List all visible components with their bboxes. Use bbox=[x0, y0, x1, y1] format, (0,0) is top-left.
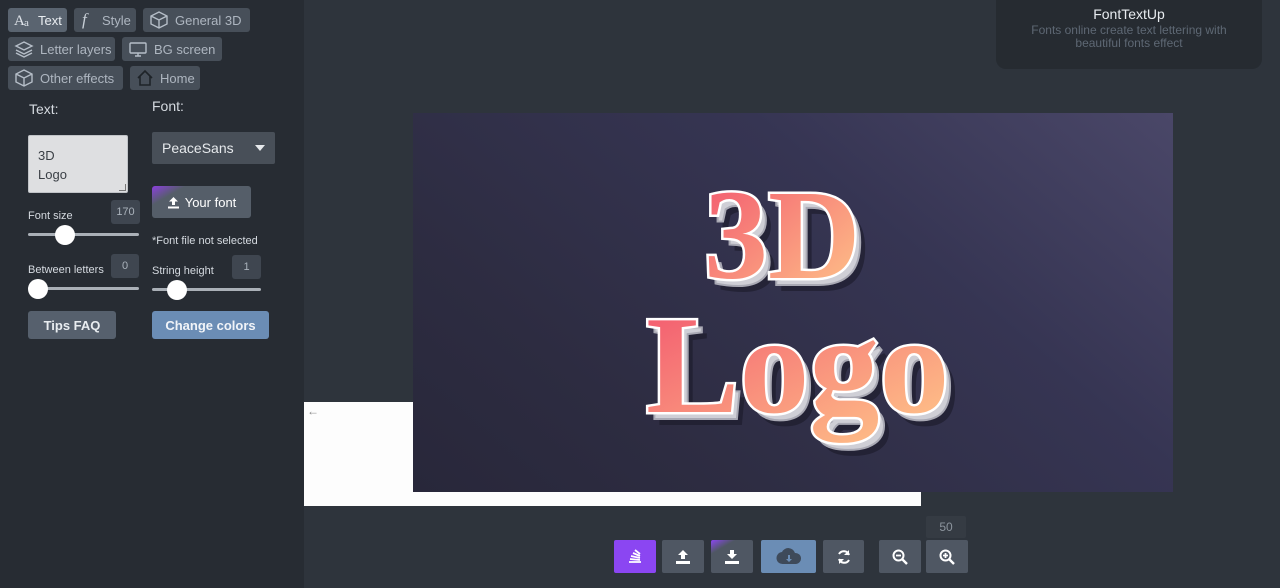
monitor-icon bbox=[129, 42, 147, 57]
change-colors-button[interactable]: Change colors bbox=[152, 311, 269, 339]
between-letters-value: 0 bbox=[111, 254, 139, 278]
upload-icon bbox=[676, 549, 690, 564]
tab-text-label: Text bbox=[38, 12, 62, 28]
font-size-slider-track[interactable] bbox=[28, 233, 139, 236]
zoom-in-icon bbox=[939, 549, 955, 565]
zoom-out-button[interactable] bbox=[879, 540, 921, 573]
string-height-slider-thumb[interactable] bbox=[166, 280, 187, 300]
caret-down-icon bbox=[255, 145, 265, 151]
tab-text[interactable]: Aa Text bbox=[8, 8, 67, 32]
zoom-level: 50 bbox=[926, 516, 966, 538]
font-file-note: *Font file not selected bbox=[152, 235, 258, 247]
cloud-download-button[interactable] bbox=[761, 540, 816, 573]
layers-icon bbox=[14, 41, 34, 58]
zoom-out-icon bbox=[892, 549, 908, 565]
refresh-button[interactable] bbox=[823, 540, 864, 573]
text-icon: Aa bbox=[14, 13, 29, 28]
cloud-download-icon bbox=[775, 547, 801, 564]
tab-home[interactable]: Home bbox=[130, 66, 200, 90]
svg-text:a: a bbox=[24, 17, 29, 28]
font-label: Font: bbox=[152, 98, 184, 114]
stack-button[interactable] bbox=[614, 540, 656, 573]
tab-style-label: Style bbox=[102, 12, 131, 28]
app-info-card: FontTextUp Fonts online create text lett… bbox=[996, 0, 1262, 69]
between-letters-label: Between letters bbox=[28, 264, 104, 276]
sidebar: Aa Text f Style General 3D Letter layers… bbox=[0, 0, 304, 588]
font-size-label: Font size bbox=[28, 210, 73, 222]
font-select-value: PeaceSans bbox=[162, 140, 234, 156]
string-height-label: String height bbox=[152, 265, 214, 277]
tab-letter-layers-label: Letter layers bbox=[40, 41, 112, 57]
tips-faq-button[interactable]: Tips FAQ bbox=[28, 311, 116, 339]
home-icon bbox=[137, 69, 153, 86]
tab-other-effects[interactable]: Other effects bbox=[8, 66, 123, 90]
zoom-in-button[interactable] bbox=[926, 540, 968, 573]
tab-home-label: Home bbox=[160, 70, 195, 86]
download-button[interactable] bbox=[711, 540, 753, 573]
between-letters-slider-thumb[interactable] bbox=[28, 279, 48, 299]
tab-bg-screen-label: BG screen bbox=[154, 41, 216, 57]
resize-grip-icon[interactable] bbox=[119, 184, 126, 191]
logo-render: 3D Logo 3D Logo 3D Logo bbox=[644, 162, 961, 457]
tab-letter-layers[interactable]: Letter layers bbox=[8, 37, 115, 61]
cube-icon bbox=[15, 69, 33, 87]
app-subtitle: Fonts online create text lettering with … bbox=[1031, 23, 1227, 50]
your-font-label: Your font bbox=[184, 194, 237, 210]
tab-general-3d-label: General 3D bbox=[175, 12, 242, 28]
font-size-value: 170 bbox=[111, 200, 140, 224]
tab-bg-screen[interactable]: BG screen bbox=[122, 37, 222, 61]
download-icon bbox=[725, 549, 739, 564]
text-input[interactable]: 3D Logo bbox=[28, 135, 128, 193]
your-font-button[interactable]: Your font bbox=[152, 186, 251, 218]
refresh-icon bbox=[837, 549, 850, 564]
app-title: FontTextUp bbox=[1093, 6, 1165, 22]
svg-text:f: f bbox=[82, 11, 89, 29]
tab-style[interactable]: f Style bbox=[74, 8, 136, 32]
font-select[interactable]: PeaceSans bbox=[152, 132, 275, 164]
upload-button[interactable] bbox=[662, 540, 704, 573]
function-icon: f bbox=[82, 11, 89, 29]
logo-line1: 3D bbox=[704, 164, 860, 306]
cube-icon bbox=[150, 11, 168, 29]
upload-icon bbox=[167, 196, 179, 208]
logo-preview[interactable]: 3D Logo 3D Logo 3D Logo bbox=[413, 113, 1173, 492]
stack-icon bbox=[629, 548, 641, 563]
string-height-value: 1 bbox=[232, 255, 261, 279]
tab-general-3d[interactable]: General 3D bbox=[143, 8, 250, 32]
font-size-slider-thumb[interactable] bbox=[55, 225, 76, 245]
text-label: Text: bbox=[29, 101, 59, 117]
logo-line2: Logo bbox=[646, 288, 949, 443]
tab-other-effects-label: Other effects bbox=[40, 70, 115, 86]
arrow-left-icon[interactable]: ← bbox=[307, 404, 319, 418]
